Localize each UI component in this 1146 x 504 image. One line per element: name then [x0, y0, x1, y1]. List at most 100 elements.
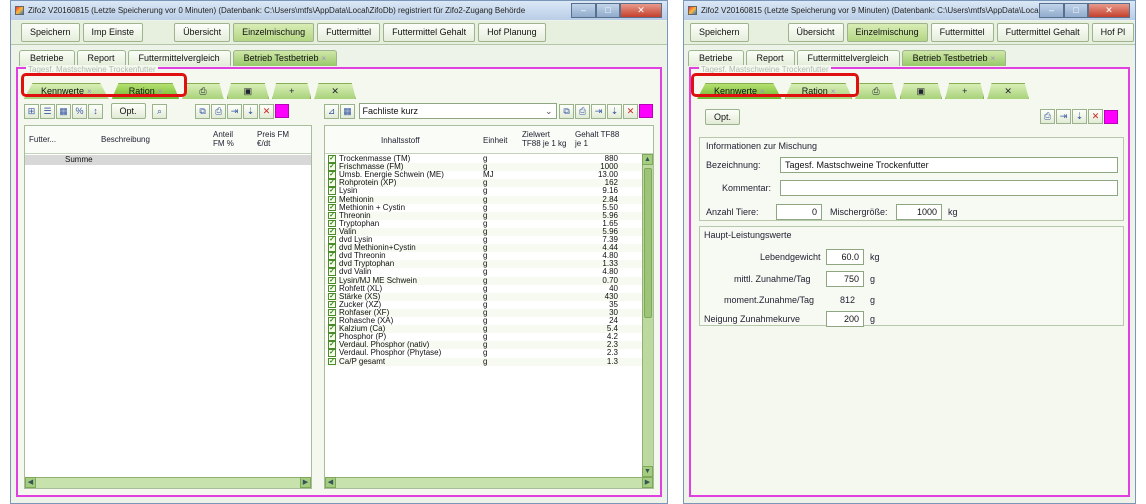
horizontal-scrollbar[interactable]: ◀ ▶: [325, 477, 653, 488]
checkbox[interactable]: ✓: [328, 268, 336, 276]
scroll-right-arrow[interactable]: ▶: [300, 477, 311, 488]
checkbox[interactable]: ✓: [328, 349, 336, 357]
checkbox[interactable]: ✓: [328, 357, 336, 365]
checkbox[interactable]: ✓: [328, 179, 336, 187]
checkbox[interactable]: ✓: [328, 195, 336, 203]
add-tab[interactable]: +: [272, 83, 312, 99]
print-tab[interactable]: ⎙: [855, 83, 897, 99]
color-swatch[interactable]: [639, 104, 654, 118]
percent-icon[interactable]: %: [72, 103, 87, 119]
close-icon[interactable]: ×: [158, 87, 163, 96]
save-tab[interactable]: ▣: [899, 83, 943, 99]
close-tab[interactable]: ✕: [314, 83, 356, 99]
tab-kennwerte[interactable]: Kennwerte ×: [24, 83, 109, 99]
close-tab[interactable]: ✕: [987, 83, 1029, 99]
lebendgewicht-field[interactable]: 60.0: [826, 249, 864, 265]
scroll-right-arrow[interactable]: ▶: [642, 477, 653, 488]
col-anteil[interactable]: Anteil FM %: [213, 130, 245, 148]
maximize-button[interactable]: □: [596, 3, 620, 18]
printer-icon[interactable]: ⎙: [211, 103, 227, 119]
tab-betrieb-testbetrieb[interactable]: Betrieb Testbetrieb ×: [232, 50, 338, 66]
nutrient-target-value[interactable]: 35: [521, 300, 621, 309]
checkbox[interactable]: ✓: [328, 219, 336, 228]
close-window-button[interactable]: ✕: [1088, 3, 1130, 18]
zoom-icon[interactable]: ⌕: [152, 103, 168, 119]
checkbox[interactable]: ✓: [328, 236, 336, 244]
nutrient-target-value[interactable]: 4.2: [521, 333, 621, 341]
list-icon[interactable]: ☰: [40, 103, 55, 119]
mischergroesse-field[interactable]: 1000: [896, 204, 942, 220]
checkbox[interactable]: ✓: [328, 317, 336, 325]
kommentar-field[interactable]: [780, 180, 1118, 196]
nutrient-target-value[interactable]: 30: [521, 308, 621, 317]
color-swatch[interactable]: [1104, 109, 1118, 124]
printer-icon[interactable]: ⎙: [575, 103, 591, 119]
color-swatch[interactable]: [275, 104, 290, 118]
tab-ration[interactable]: Ration ×: [111, 83, 180, 99]
tab-betriebe[interactable]: Betriebe: [688, 50, 744, 66]
checkbox[interactable]: ✓: [328, 300, 336, 309]
nutrient-target-value[interactable]: 2.3: [521, 341, 621, 349]
col-futter[interactable]: Futter...: [29, 135, 56, 144]
add-feed-icon[interactable]: ⊞: [24, 103, 39, 119]
tab-futtermittelvergleich[interactable]: Futtermittelvergleich: [127, 50, 231, 66]
grid-icon[interactable]: ▦: [56, 103, 71, 119]
overview-button[interactable]: Übersicht: [787, 23, 844, 42]
horizontal-scrollbar[interactable]: ◀ ▶: [25, 477, 311, 488]
col-preis[interactable]: Preis FM €/dt: [257, 130, 291, 148]
hof-planung-button[interactable]: Hof Pl: [1091, 23, 1135, 42]
checkbox[interactable]: ✓: [328, 244, 336, 252]
neigung-field[interactable]: 200: [826, 311, 864, 327]
checkbox[interactable]: ✓: [328, 308, 336, 317]
sort-down-icon[interactable]: ⇣: [243, 103, 259, 119]
vertical-scrollbar[interactable]: ▲ ▼: [642, 154, 653, 477]
tab-ration[interactable]: Ration ×: [784, 83, 853, 99]
tab-report[interactable]: Report: [745, 50, 795, 66]
overview-button[interactable]: Übersicht: [174, 23, 231, 42]
checkbox[interactable]: ✓: [328, 155, 336, 163]
scroll-left-arrow[interactable]: ◀: [25, 477, 36, 488]
delete-icon[interactable]: ✕: [259, 103, 275, 119]
export-icon[interactable]: ⇥: [227, 103, 243, 119]
futtermittel-gehalt-button[interactable]: Futtermittel Gehalt: [996, 23, 1089, 42]
zunahme-field[interactable]: 750: [826, 271, 864, 287]
copy-icon[interactable]: ⧉: [559, 103, 575, 119]
nutrient-target-value[interactable]: 430: [521, 292, 621, 301]
close-icon[interactable]: ×: [990, 54, 995, 63]
import-settings-button[interactable]: Imp Einste: [82, 23, 144, 42]
minimize-button[interactable]: –: [571, 3, 596, 18]
printer-icon[interactable]: ⎙: [1040, 109, 1055, 124]
sort-down-icon[interactable]: ⇣: [607, 103, 623, 119]
nutrient-target-value[interactable]: 1.3: [521, 357, 621, 366]
maximize-button[interactable]: □: [1064, 3, 1088, 18]
save-tab[interactable]: ▣: [226, 83, 270, 99]
futtermittel-gehalt-button[interactable]: Futtermittel Gehalt: [383, 23, 476, 42]
checkbox[interactable]: ✓: [328, 276, 336, 284]
nutrient-target-value[interactable]: 2.3: [521, 349, 621, 357]
hof-planung-button[interactable]: Hof Planung: [478, 23, 546, 42]
tab-futtermittelvergleich[interactable]: Futtermittelvergleich: [796, 50, 900, 66]
close-window-button[interactable]: ✕: [620, 3, 662, 18]
scroll-up-arrow[interactable]: ▲: [642, 154, 653, 165]
einzelmischung-button[interactable]: Einzelmischung: [233, 23, 315, 42]
col-gehalt[interactable]: Gehalt TF88 je 1: [575, 130, 625, 148]
scroll-down-arrow[interactable]: ▼: [642, 466, 653, 477]
filter-icon[interactable]: ⊿: [324, 103, 339, 119]
close-icon[interactable]: ×: [760, 87, 765, 96]
close-icon[interactable]: ×: [321, 54, 326, 63]
add-tab[interactable]: +: [945, 83, 985, 99]
table-row[interactable]: ✓ Ca/P gesamt g 1.3: [325, 357, 642, 366]
col-inhaltsstoff[interactable]: Inhaltsstoff: [381, 136, 420, 145]
title-bar[interactable]: Zifo2 V20160815 (Letzte Speicherung vor …: [11, 1, 667, 20]
nutrient-target-value[interactable]: 24: [521, 316, 621, 325]
print-tab[interactable]: ⎙: [182, 83, 224, 99]
scroll-thumb[interactable]: [644, 168, 652, 318]
col-einheit[interactable]: Einheit: [483, 136, 507, 145]
einzelmischung-button[interactable]: Einzelmischung: [846, 23, 928, 42]
tab-betriebe[interactable]: Betriebe: [19, 50, 75, 66]
tab-report[interactable]: Report: [76, 50, 126, 66]
optimize-button[interactable]: Opt.: [110, 103, 146, 119]
checkbox[interactable]: ✓: [328, 284, 336, 293]
sort-icon[interactable]: ↕: [88, 103, 103, 119]
export-icon[interactable]: ⇥: [591, 103, 607, 119]
